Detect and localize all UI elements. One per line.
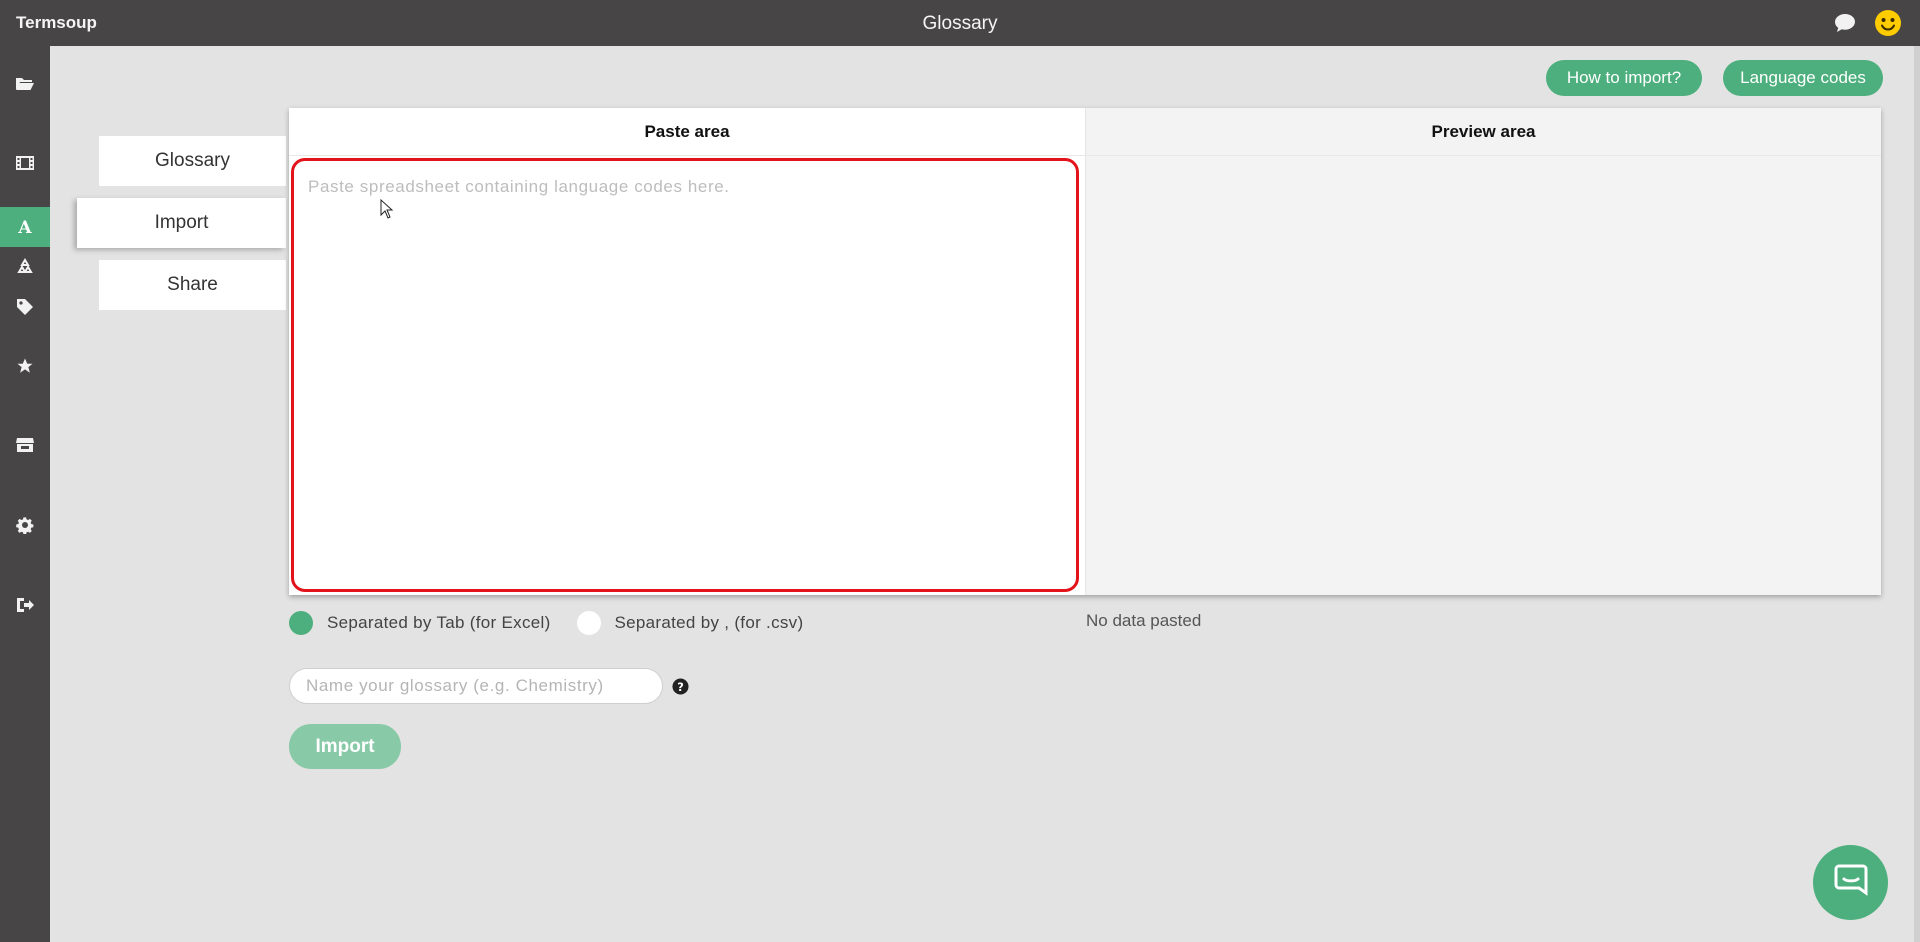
- paste-column: Paste area: [289, 108, 1085, 595]
- preview-status-text: No data pasted: [1086, 611, 1202, 630]
- store-icon[interactable]: [0, 425, 50, 465]
- tab-share[interactable]: Share: [99, 260, 286, 310]
- folder-open-icon[interactable]: [0, 63, 50, 103]
- scrollbar-track[interactable]: [1914, 46, 1920, 942]
- preview-area-header: Preview area: [1086, 108, 1881, 156]
- top-bar: Termsoup Glossary: [0, 0, 1920, 46]
- sidebar: A: [0, 46, 50, 942]
- separator-comma-label: Separated by , (for .csv): [614, 613, 804, 632]
- separator-options: Separated by Tab (for Excel) Separated b…: [289, 611, 829, 635]
- recycle-icon[interactable]: [0, 247, 50, 287]
- page-title: Glossary: [922, 13, 998, 34]
- mouse-pointer-icon: [380, 198, 394, 224]
- chat-launcher-icon: [1834, 864, 1868, 901]
- separator-tab-radio[interactable]: Separated by Tab (for Excel): [289, 611, 551, 635]
- star-icon[interactable]: [0, 346, 50, 386]
- chat-launcher-button[interactable]: [1813, 845, 1888, 920]
- sign-out-icon[interactable]: [0, 585, 50, 625]
- film-icon[interactable]: [0, 143, 50, 183]
- tab-glossary[interactable]: Glossary: [99, 136, 286, 186]
- tab-import[interactable]: Import: [77, 198, 286, 248]
- separator-tab-label: Separated by Tab (for Excel): [327, 613, 551, 632]
- paste-textarea[interactable]: [291, 158, 1079, 592]
- svg-text:?: ?: [677, 680, 684, 694]
- svg-text:A: A: [17, 218, 32, 236]
- gear-icon[interactable]: [0, 505, 50, 545]
- preview-column: Preview area: [1085, 108, 1881, 595]
- separator-comma-radio[interactable]: Separated by , (for .csv): [576, 611, 804, 635]
- chat-bubble-icon[interactable]: [1834, 13, 1856, 33]
- question-circle-icon[interactable]: ?: [672, 678, 689, 700]
- import-button[interactable]: Import: [289, 724, 401, 769]
- paste-area-header: Paste area: [289, 108, 1085, 156]
- radio-unchecked-icon[interactable]: [576, 611, 601, 635]
- top-icons: [1834, 9, 1902, 37]
- import-panel: Paste area Preview area: [289, 108, 1881, 595]
- tag-icon[interactable]: [0, 287, 50, 327]
- language-codes-button[interactable]: Language codes: [1723, 60, 1883, 96]
- glossary-name-input[interactable]: [289, 668, 663, 704]
- glossary-a-icon[interactable]: A: [0, 207, 50, 247]
- smiley-face-icon[interactable]: [1874, 9, 1902, 37]
- how-to-import-button[interactable]: How to import?: [1546, 60, 1702, 96]
- radio-checked-icon[interactable]: [289, 611, 313, 635]
